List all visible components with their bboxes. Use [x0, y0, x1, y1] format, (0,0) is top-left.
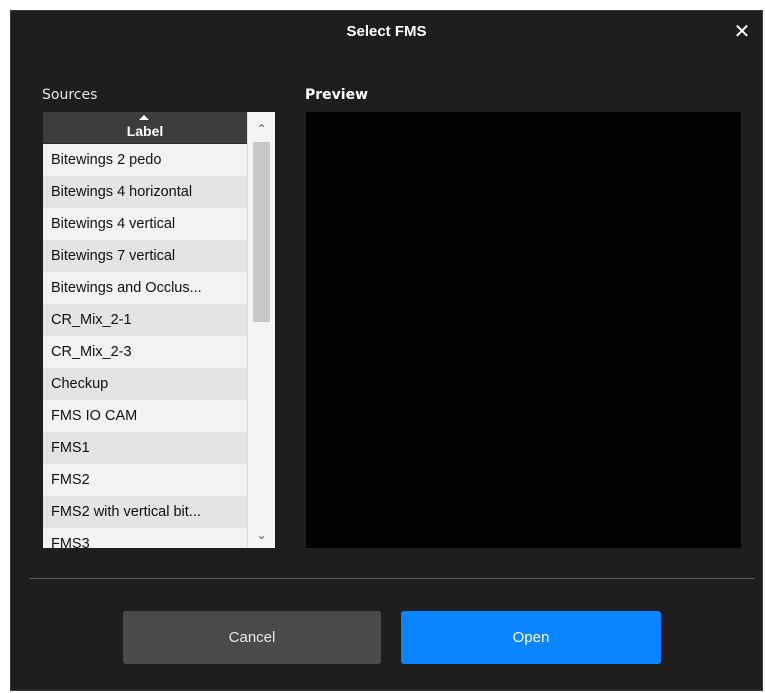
preview-label: Preview	[305, 87, 369, 103]
scroll-thumb[interactable]	[253, 142, 270, 322]
sources-list[interactable]: Label Bitewings 2 pedo Bitewings 4 horiz…	[43, 112, 275, 548]
list-item[interactable]: Bitewings 4 vertical	[43, 208, 247, 240]
list-item[interactable]: FMS2	[43, 464, 247, 496]
sources-label: Sources	[42, 87, 98, 103]
open-button[interactable]: Open	[401, 611, 661, 664]
sources-rows: Bitewings 2 pedo Bitewings 4 horizontal …	[43, 144, 247, 548]
list-item[interactable]: Checkup	[43, 368, 247, 400]
preview-pane	[306, 112, 741, 548]
list-item[interactable]: Bitewings 7 vertical	[43, 240, 247, 272]
list-item[interactable]: FMS1	[43, 432, 247, 464]
cancel-button[interactable]: Cancel	[123, 611, 381, 664]
close-icon[interactable]: ✕	[730, 19, 754, 43]
sort-ascending-icon	[139, 115, 149, 120]
list-item[interactable]: CR_Mix_2-1	[43, 304, 247, 336]
footer-divider	[29, 578, 755, 579]
list-scrollbar[interactable]: ⌃ ⌄	[247, 112, 275, 548]
select-fms-dialog: Select FMS ✕ Sources Preview Label Bitew…	[10, 10, 763, 691]
list-item[interactable]: FMS3	[43, 528, 247, 548]
list-item[interactable]: Bitewings 4 horizontal	[43, 176, 247, 208]
column-header-text: Label	[126, 123, 164, 139]
chevron-up-icon[interactable]: ⌃	[248, 116, 275, 142]
list-item[interactable]: Bitewings 2 pedo	[43, 144, 247, 176]
list-item[interactable]: Bitewings and Occlus...	[43, 272, 247, 304]
list-item[interactable]: FMS IO CAM	[43, 400, 247, 432]
list-item[interactable]: FMS2 with vertical bit...	[43, 496, 247, 528]
dialog-title: Select FMS	[346, 23, 427, 40]
column-header-label[interactable]: Label	[43, 112, 247, 144]
chevron-down-icon[interactable]: ⌄	[248, 522, 275, 548]
list-item[interactable]: CR_Mix_2-3	[43, 336, 247, 368]
